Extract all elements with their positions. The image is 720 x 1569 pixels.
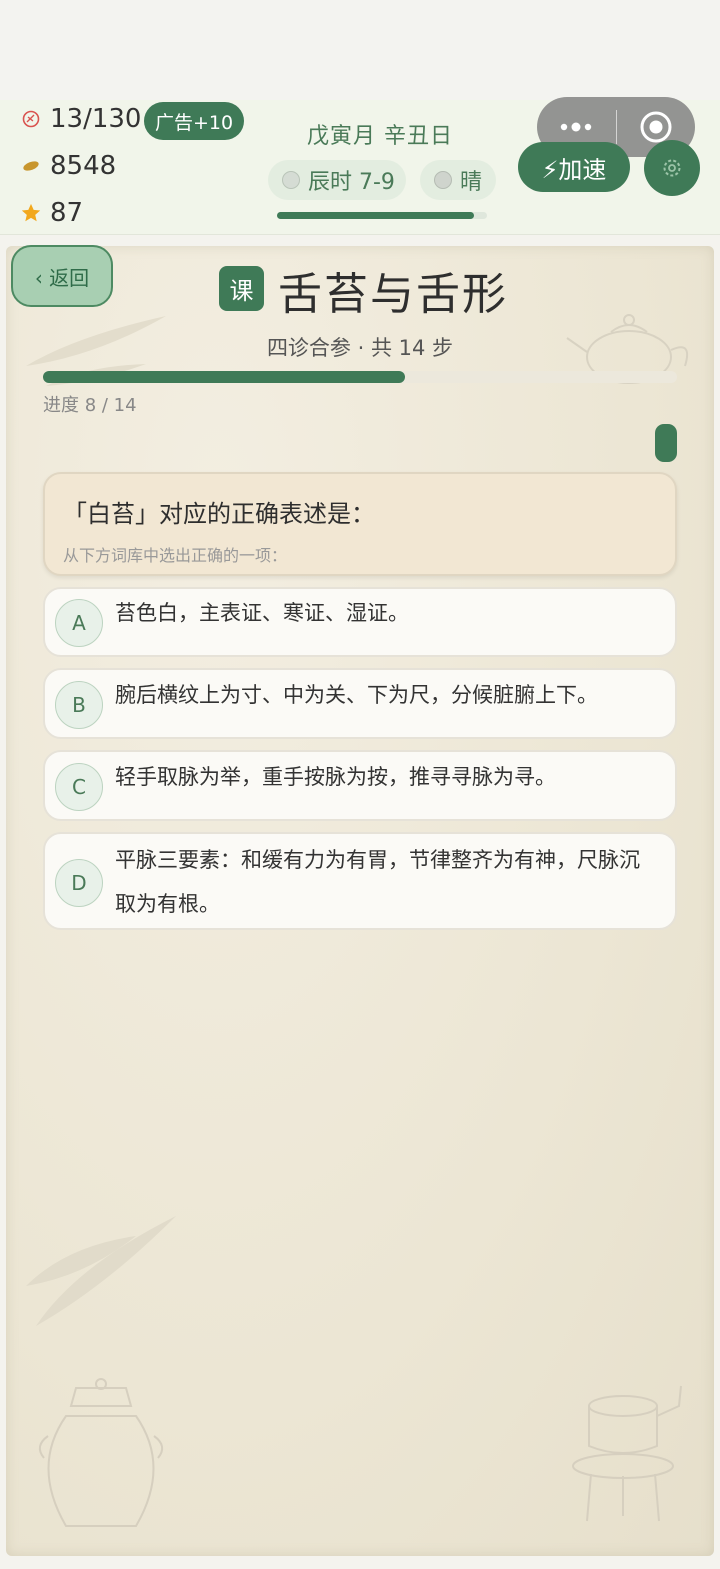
option-text: 轻手取脉为举，重手按脉为按，推寻寻脉为寻。 (115, 765, 556, 789)
question-card: 「白苔」对应的正确表述是： 从下方词库中选出正确的一项： (43, 472, 677, 576)
scroll-handle[interactable] (655, 424, 677, 462)
speed-up-button[interactable]: ⚡加速 (518, 142, 630, 192)
option-letter: C (55, 763, 103, 811)
gear-icon (663, 159, 681, 177)
time-period-pill: 辰时 7-9 (268, 160, 406, 200)
option-a[interactable]: A 苔色白，主表证、寒证、湿证。 (43, 587, 677, 657)
stone-mill-illustration (572, 1385, 682, 1522)
option-text: 平脉三要素：和缓有力为有胃，节律整齐为有神，尺脉沉取为有根。 (115, 848, 640, 916)
option-d[interactable]: D 平脉三要素：和缓有力为有胃，节律整齐为有神，尺脉沉取为有根。 (43, 832, 677, 930)
time-period-label: 辰时 7-9 (308, 170, 395, 195)
weather-pill: 晴 (420, 160, 496, 200)
option-letter: D (55, 859, 103, 907)
option-letter: B (55, 681, 103, 729)
coin-value: 8548 (50, 151, 117, 181)
star-icon (20, 202, 42, 224)
clock-icon (282, 171, 300, 189)
option-letter: A (55, 599, 103, 647)
energy-icon (20, 108, 42, 130)
energy-stat: 13/130 (20, 104, 141, 134)
ad-bonus-button[interactable]: 广告+10 (144, 102, 244, 140)
lesson-title: 舌苔与舌形 (278, 269, 508, 320)
lesson-tag-badge: 课 (219, 266, 264, 311)
lesson-progress-bar (43, 371, 677, 383)
calendar-date: 戊寅月 辛丑日 (307, 124, 453, 149)
day-progress-fill (277, 212, 475, 219)
close-icon (640, 111, 672, 143)
star-stat: 87 (20, 198, 83, 228)
option-text: 苔色白，主表证、寒证、湿证。 (115, 601, 409, 625)
settings-button[interactable] (644, 140, 700, 196)
star-value: 87 (50, 198, 84, 228)
coin-icon (20, 155, 42, 177)
option-text: 腕后横纹上为寸、中为关、下为尺，分候脏腑上下。 (115, 683, 598, 707)
top-blank-area (0, 0, 720, 100)
weather-label: 晴 (460, 170, 483, 195)
bamboo-leaves-decoration-2 (26, 1216, 176, 1326)
back-button[interactable]: ‹ 返回 (11, 245, 113, 307)
lesson-progress-fill (43, 371, 406, 383)
question-prompt: 「白苔」对应的正确表述是： (63, 500, 375, 528)
day-progress-bar (277, 212, 487, 219)
question-hint: 从下方词库中选出正确的一项： (63, 546, 288, 565)
more-icon (561, 122, 592, 132)
lesson-subtitle: 四诊合参 · 共 14 步 (266, 336, 454, 360)
option-b[interactable]: B 腕后横纹上为寸、中为关、下为尺，分候脏腑上下。 (43, 668, 677, 739)
option-c[interactable]: C 轻手取脉为举，重手按脉为按，推寻寻脉为寻。 (43, 750, 677, 821)
jar-illustration (38, 1378, 164, 1527)
coin-stat: 8548 (20, 151, 116, 181)
weather-icon (434, 171, 452, 189)
energy-value: 13/130 (50, 104, 142, 134)
lesson-progress-label: 进度 8 / 14 (43, 395, 137, 416)
